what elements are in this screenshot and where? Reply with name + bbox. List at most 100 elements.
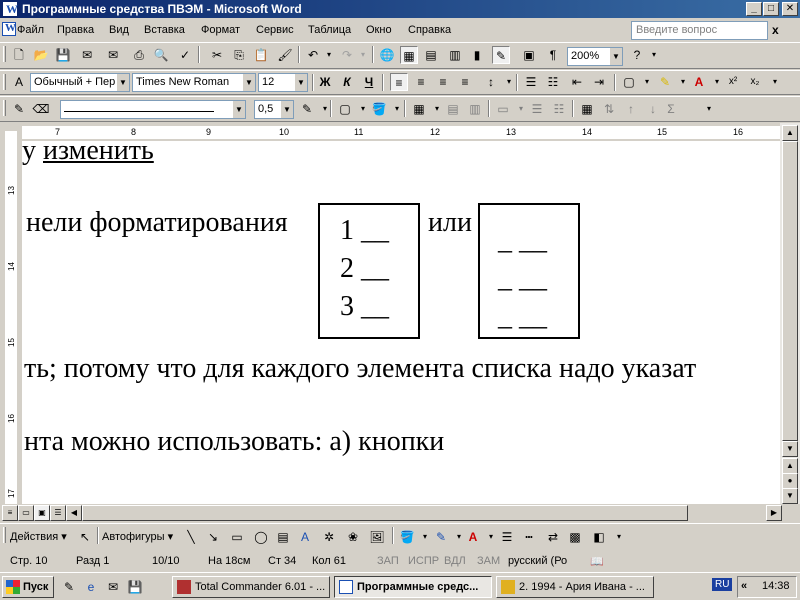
border-color-icon[interactable]: ✎	[298, 100, 316, 118]
status-language[interactable]: русский (Ро	[508, 555, 567, 567]
document-map-icon[interactable]: ▣	[520, 46, 538, 64]
draw-actions-menu[interactable]: Действия ▾	[10, 528, 70, 546]
horizontal-scroll-thumb[interactable]	[82, 505, 688, 521]
close-document-icon[interactable]: x	[772, 23, 779, 37]
draw-font-color-icon[interactable]: A	[464, 528, 482, 546]
clip-art-icon[interactable]: ❀	[344, 528, 362, 546]
align-left-icon[interactable]: ≡	[390, 73, 408, 91]
borders-dropdown-icon[interactable]: ▾	[638, 73, 656, 91]
scroll-right-icon[interactable]: ▶	[766, 505, 782, 521]
new-document-icon[interactable]: 🗋	[10, 46, 28, 64]
line-weight-dropdown-icon[interactable]: ▼	[280, 101, 293, 118]
vertical-scrollbar[interactable]: ▲ ▼ ▲ ● ▼	[780, 123, 800, 504]
arrow-style-icon[interactable]: ⇄	[544, 528, 562, 546]
insert-picture-icon[interactable]: 🖼	[368, 528, 386, 546]
align-center-icon[interactable]: ≡	[412, 73, 430, 91]
line-color-icon[interactable]: ✎	[432, 528, 450, 546]
zoom-select[interactable]: 200% ▼	[567, 47, 623, 66]
toolbar-options-icon[interactable]: ▾	[766, 73, 784, 91]
insert-excel-icon[interactable]: ▥	[446, 46, 464, 64]
line-style-dropdown-icon[interactable]: ▼	[232, 101, 245, 118]
toolbar-options-icon[interactable]: ▾	[610, 528, 628, 546]
shading-color-icon[interactable]: 🪣	[370, 100, 388, 118]
save-icon[interactable]: 💾	[54, 46, 72, 64]
toolbar-grip[interactable]	[3, 74, 6, 90]
borders-icon[interactable]: ▢	[620, 73, 638, 91]
sort-descending-icon[interactable]: ↓	[644, 100, 662, 118]
maximize-button[interactable]: □	[763, 2, 779, 16]
dash-style-icon[interactable]: ┅	[520, 528, 538, 546]
language-indicator[interactable]: RU	[712, 578, 733, 591]
line-spacing-icon[interactable]: ↕	[482, 73, 500, 91]
horizontal-scrollbar[interactable]: ≡ ▭ ▣ ☰ ◀ ▶	[0, 504, 800, 522]
underline-button[interactable]: Ч	[360, 73, 378, 91]
style-dropdown-icon[interactable]: ▼	[116, 74, 129, 91]
font-size-dropdown-icon[interactable]: ▼	[294, 74, 307, 91]
oval-icon[interactable]: ◯	[252, 528, 270, 546]
status-track-changes[interactable]: ИСПР	[408, 555, 439, 567]
clock[interactable]: 14:38	[762, 580, 790, 592]
email-icon[interactable]: ✉	[104, 46, 122, 64]
open-icon[interactable]: 📂	[32, 46, 50, 64]
toolbar-grip[interactable]	[3, 46, 6, 62]
status-record-macro[interactable]: ЗАП	[377, 555, 399, 567]
font-size-select[interactable]: 12 ▼	[258, 73, 308, 92]
font-color-icon[interactable]: A	[690, 73, 708, 91]
font-select[interactable]: Times New Roman ▼	[132, 73, 256, 92]
text-box-icon[interactable]: ▤	[274, 528, 292, 546]
status-overtype[interactable]: ЗАМ	[477, 555, 500, 567]
columns-icon[interactable]: ▮	[468, 46, 486, 64]
line-weight-select[interactable]: 0,5 ▼	[254, 100, 294, 119]
wordart-icon[interactable]: A	[296, 528, 314, 546]
horizontal-ruler[interactable]: 7 8 9 10 11 12 13 14 15 16	[22, 123, 780, 141]
paste-icon[interactable]: 📋	[252, 46, 270, 64]
superscript-icon[interactable]: x²	[724, 73, 742, 91]
undo-dropdown-icon[interactable]: ▾	[320, 46, 338, 64]
tables-borders-icon[interactable]: ▦	[400, 46, 418, 64]
toolbar-options-icon[interactable]: ▾	[700, 100, 718, 118]
print-icon[interactable]: ⎙	[130, 46, 148, 64]
close-button[interactable]: ✕	[782, 2, 798, 16]
autoshapes-menu[interactable]: Автофигуры ▾	[102, 528, 178, 546]
doc-link-change[interactable]: изменить	[43, 141, 154, 166]
insert-table-icon[interactable]: ▤	[422, 46, 440, 64]
diagram-icon[interactable]: ✲	[320, 528, 338, 546]
menu-tools[interactable]: Сервис	[256, 24, 294, 36]
bullets-icon[interactable]: ☷	[544, 73, 562, 91]
split-cells-icon[interactable]: ▥	[466, 100, 484, 118]
show-hide-icon[interactable]: ¶	[544, 46, 562, 64]
shadow-style-icon[interactable]: ▩	[566, 528, 584, 546]
drawing-icon[interactable]: ✎	[492, 46, 510, 64]
bulleted-list-box[interactable]: _ __ _ __ _ __	[478, 203, 580, 339]
rectangle-icon[interactable]: ▭	[228, 528, 246, 546]
minimize-button[interactable]: _	[746, 2, 762, 16]
menu-edit[interactable]: Правка	[57, 24, 94, 36]
title-bar[interactable]: Программные средства ПВЭМ - Microsoft Wo…	[0, 0, 800, 18]
scroll-thumb[interactable]	[782, 141, 798, 441]
distribute-columns-icon[interactable]: ☷	[550, 100, 568, 118]
quick-launch-icon[interactable]: ✎	[60, 578, 78, 596]
taskbar-word[interactable]: Программные средс...	[334, 576, 492, 598]
help-icon[interactable]: ?	[628, 46, 646, 64]
scroll-down-icon[interactable]: ▼	[782, 441, 798, 457]
start-button[interactable]: Пуск	[2, 576, 54, 598]
print-layout-view-icon[interactable]: ▣	[34, 505, 50, 521]
taskbar-total-commander[interactable]: Total Commander 6.01 - ...	[172, 576, 330, 598]
3d-style-icon[interactable]: ◧	[590, 528, 608, 546]
web-view-icon[interactable]: ▭	[18, 505, 34, 521]
styles-formatting-icon[interactable]: A	[10, 73, 28, 91]
zoom-dropdown-icon[interactable]: ▼	[609, 48, 622, 65]
menu-format[interactable]: Формат	[201, 24, 240, 36]
arrow-icon[interactable]: ↘	[204, 528, 222, 546]
fill-color-icon[interactable]: 🪣	[398, 528, 416, 546]
previous-page-icon[interactable]: ▲	[782, 458, 798, 474]
select-browse-object-icon[interactable]: ●	[782, 473, 798, 489]
insert-table-icon[interactable]: ▦	[410, 100, 428, 118]
eraser-icon[interactable]: ⌫	[32, 100, 50, 118]
normal-view-icon[interactable]: ≡	[2, 505, 18, 521]
line-style-select[interactable]: ▼	[60, 100, 246, 119]
toolbar-grip[interactable]	[3, 100, 6, 116]
spelling-icon[interactable]: ✓	[176, 46, 194, 64]
taskbar-winamp[interactable]: 2. 1994 - Ария Ивана - ...	[496, 576, 654, 598]
line-icon[interactable]: ╲	[182, 528, 200, 546]
